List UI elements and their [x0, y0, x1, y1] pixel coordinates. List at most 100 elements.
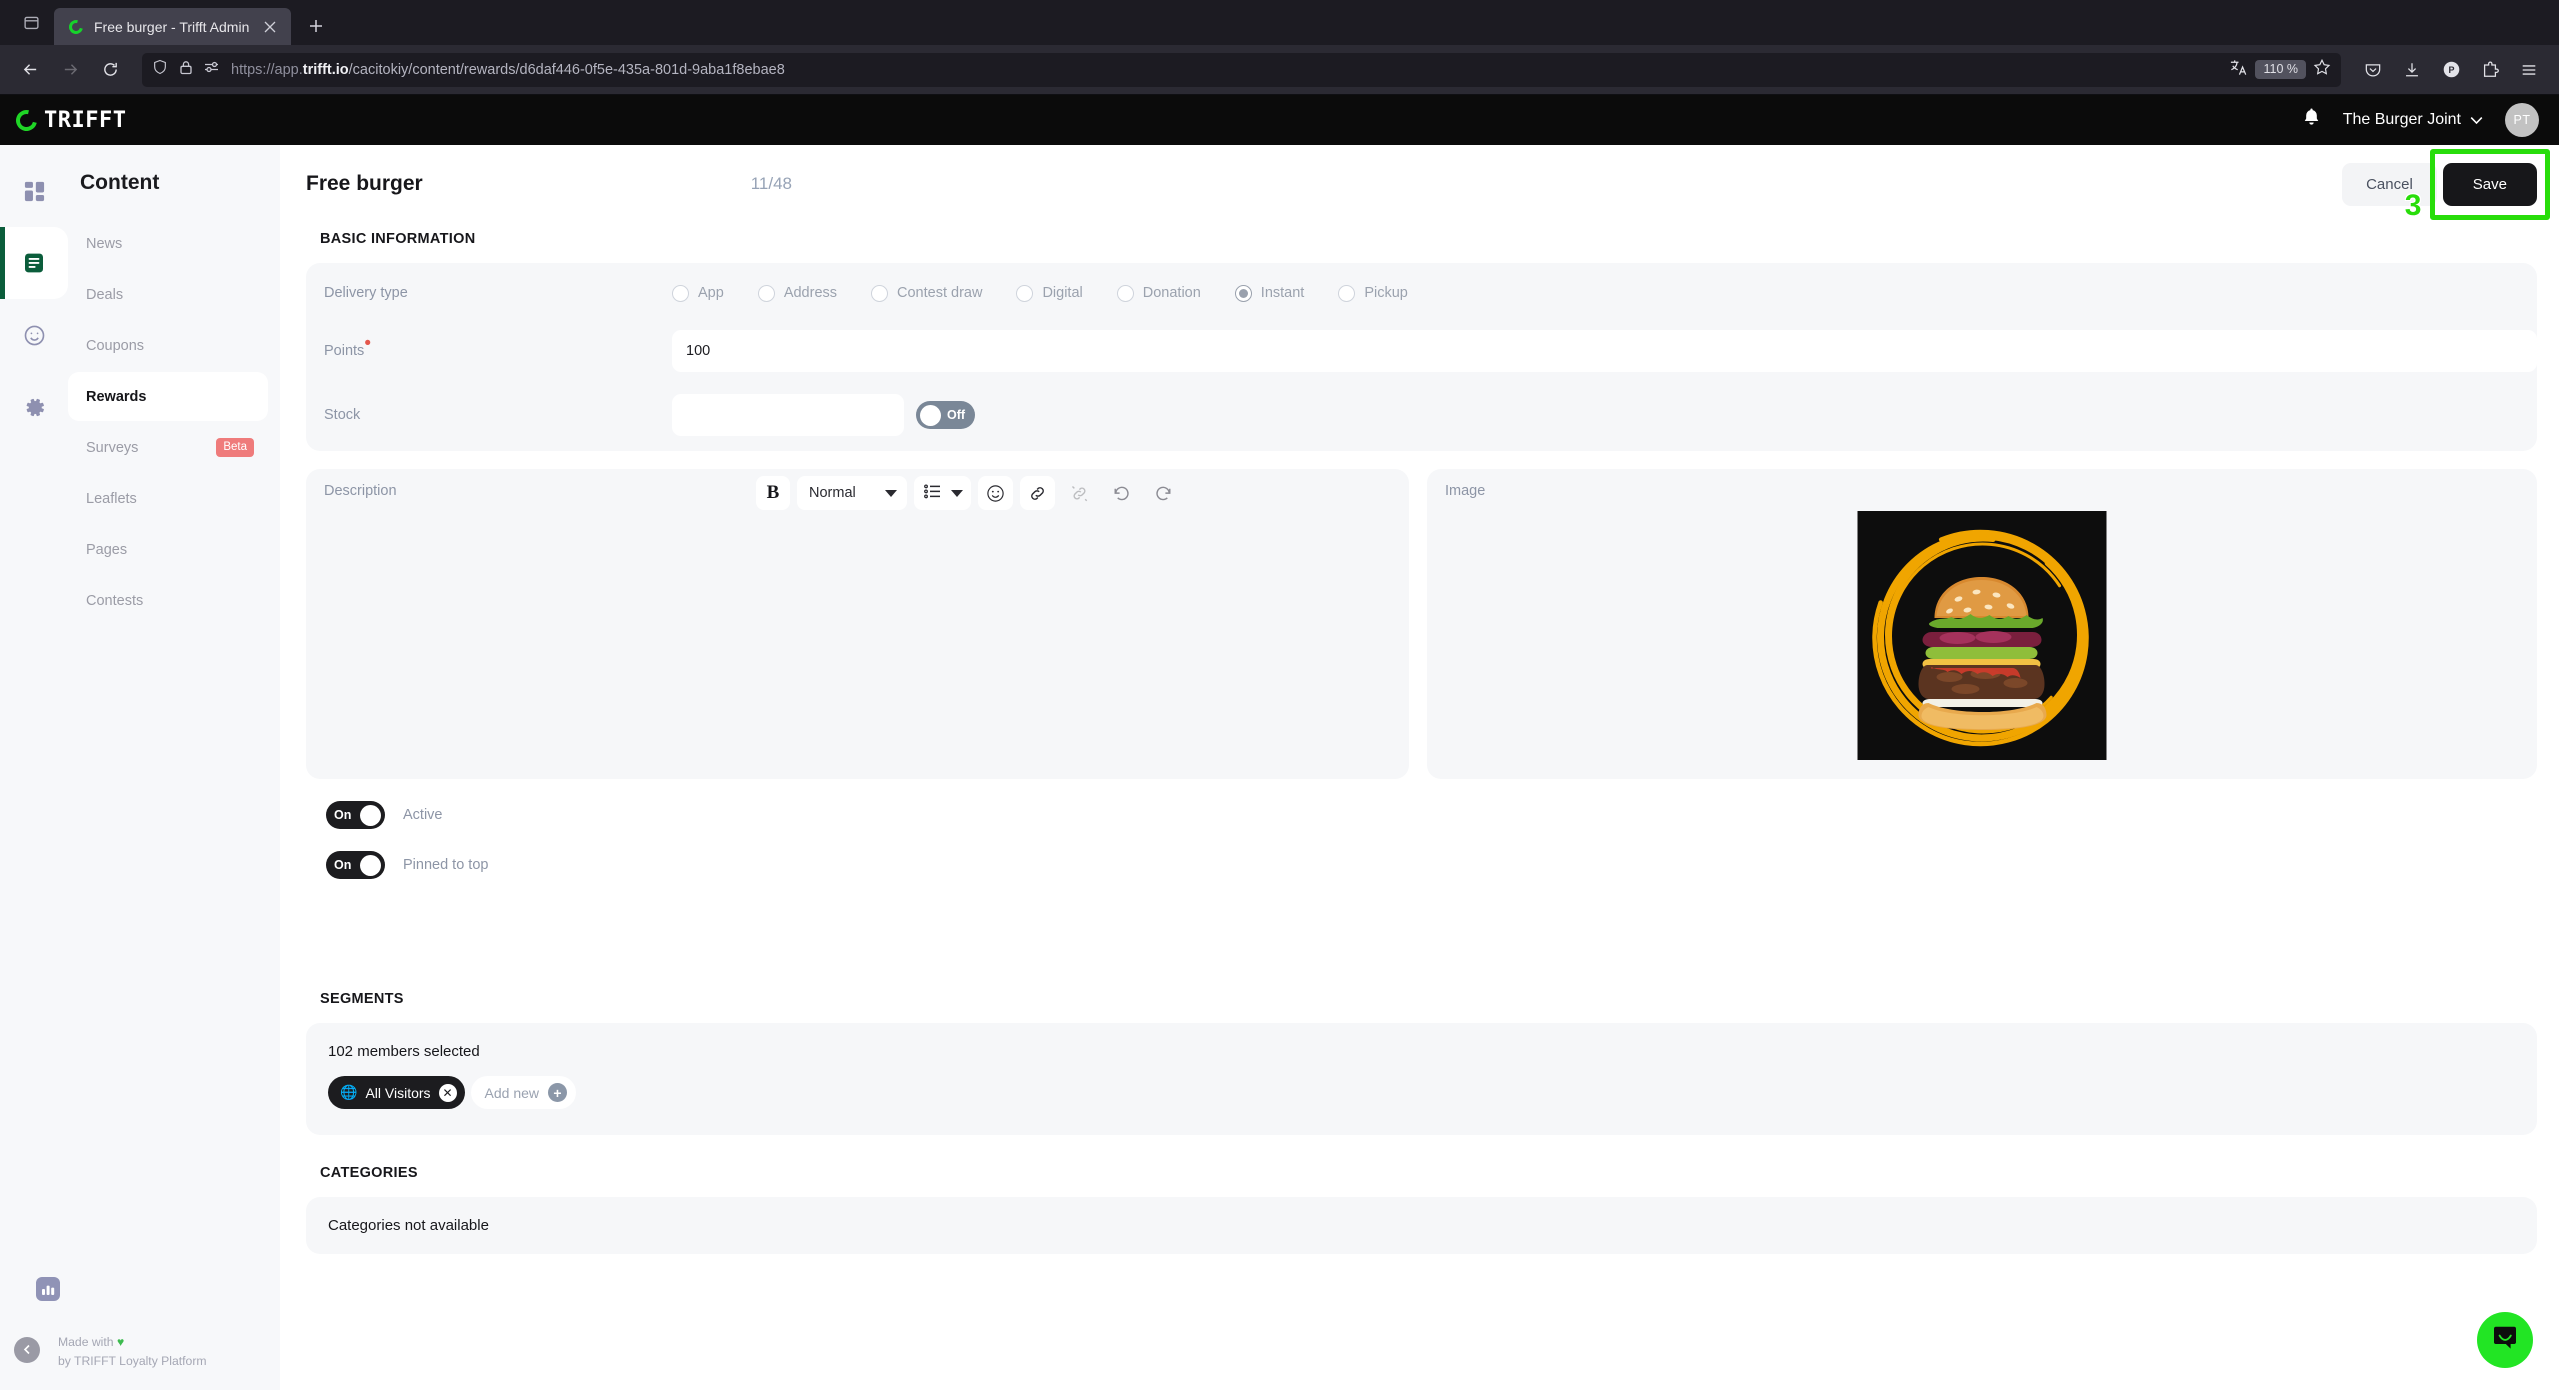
tab-list-icon[interactable]	[8, 0, 54, 45]
section-title-segments: SEGMENTS	[320, 991, 404, 1007]
chevron-down-icon	[951, 489, 963, 497]
lock-icon[interactable]	[179, 60, 193, 80]
radio-app[interactable]: App	[672, 284, 724, 302]
made-with-text: Made with	[58, 1334, 114, 1349]
notifications-bell-icon[interactable]	[2302, 107, 2321, 133]
sidebar-rail-content[interactable]	[0, 227, 68, 299]
pinned-to-top-toggle[interactable]: On	[326, 851, 385, 879]
sidebar-item-rewards[interactable]: Rewards	[68, 372, 268, 421]
translate-icon[interactable]	[2229, 58, 2248, 82]
sidebar-item-deals[interactable]: Deals	[68, 270, 268, 319]
text-style-select[interactable]: Normal	[797, 476, 907, 510]
radio-label: Address	[783, 285, 838, 301]
content-area: Free burger 11/48 Cancel Save 3 BASIC IN…	[280, 145, 2559, 1390]
list-select[interactable]	[914, 476, 971, 510]
close-icon[interactable]	[259, 16, 281, 38]
browser-actions: P	[2355, 53, 2547, 87]
remove-segment-icon[interactable]: ✕	[438, 1083, 457, 1102]
new-tab-button[interactable]	[299, 9, 333, 43]
shield-icon[interactable]	[152, 59, 168, 80]
radio-contest-draw[interactable]: Contest draw	[871, 284, 982, 302]
cancel-button[interactable]: Cancel	[2342, 162, 2437, 206]
sidebar-rail-engagement[interactable]	[0, 299, 68, 371]
description-panel: Description B Normal	[306, 469, 1409, 779]
sidebar-rail-dashboard[interactable]	[0, 155, 68, 227]
segment-chip-all-visitors[interactable]: 🌐 All Visitors ✕	[328, 1076, 465, 1109]
radio-digital[interactable]: Digital	[1016, 284, 1083, 302]
radio-pickup[interactable]: Pickup	[1338, 284, 1408, 302]
sidebar-item-label: Surveys	[86, 439, 139, 456]
toggle-knob	[920, 404, 941, 426]
sidebar-item-leaflets[interactable]: Leaflets	[68, 474, 268, 523]
platform-credit-text: by TRIFFT Loyalty Platform	[58, 1354, 207, 1369]
categories-card: Categories not available	[306, 1197, 2537, 1254]
collapse-sidebar-button[interactable]	[14, 1336, 40, 1363]
extensions-icon[interactable]	[2472, 53, 2508, 87]
chat-launcher-button[interactable]	[2477, 1312, 2533, 1368]
radio-dot-icon	[1016, 284, 1034, 302]
rich-text-toolbar: B Normal	[756, 476, 1181, 510]
sidebar-rail-settings[interactable]	[0, 371, 68, 443]
sidebar-item-contests[interactable]: Contests	[68, 576, 268, 625]
redo-icon[interactable]	[1146, 476, 1181, 510]
trifft-admin-app: TRIFFT The Burger Joint PT Content News …	[0, 95, 2559, 1390]
description-editor[interactable]	[324, 525, 1391, 765]
link-icon[interactable]	[1020, 476, 1055, 510]
undo-icon[interactable]	[1104, 476, 1139, 510]
svg-text:P: P	[2448, 65, 2454, 75]
dashboard-icon	[23, 180, 46, 203]
browser-tab[interactable]: Free burger - Trifft Admin	[54, 8, 292, 45]
reload-icon[interactable]	[92, 53, 128, 87]
save-button[interactable]: Save	[2442, 162, 2537, 206]
back-icon[interactable]	[12, 53, 48, 87]
chat-bubble-icon	[2490, 1323, 2520, 1358]
active-toggle[interactable]: On	[326, 801, 385, 829]
radio-dot-icon	[757, 284, 775, 302]
avatar[interactable]: PT	[2505, 103, 2539, 137]
sidebar-rail-analytics[interactable]	[14, 1276, 82, 1307]
plus-icon: +	[548, 1083, 568, 1102]
radio-dot-icon	[1116, 284, 1134, 302]
text-style-value: Normal	[809, 485, 856, 501]
bookmark-star-icon[interactable]	[2313, 58, 2331, 81]
page-title: Free burger	[306, 172, 423, 195]
sidebar-item-label: Contests	[86, 592, 144, 609]
reward-image-thumbnail[interactable]	[1857, 511, 2107, 760]
bold-icon[interactable]: B	[756, 476, 790, 510]
profile-icon[interactable]: P	[2433, 53, 2469, 87]
analytics-icon	[35, 1276, 61, 1307]
trifft-logo[interactable]: TRIFFT	[12, 105, 126, 135]
url-bar[interactable]: https://app.trifft.io/cacitokiy/content/…	[142, 52, 2341, 87]
radio-label: Instant	[1260, 285, 1305, 301]
toggle-state-label: Off	[947, 408, 966, 422]
globe-icon: 🌐	[340, 1084, 358, 1100]
emoji-icon[interactable]	[978, 476, 1013, 510]
sidebar-item-surveys[interactable]: Surveys Beta	[68, 423, 268, 472]
form-scroll-region[interactable]: BASIC INFORMATION Delivery type App Addr…	[280, 223, 2559, 1390]
stock-row: Stock Off	[306, 379, 2537, 451]
toggle-state-label: On	[334, 808, 352, 822]
permissions-icon[interactable]	[204, 60, 220, 79]
chevron-down-icon	[2470, 116, 2483, 124]
sidebar-item-coupons[interactable]: Coupons	[68, 321, 268, 370]
sidebar-item-pages[interactable]: Pages	[68, 525, 268, 574]
app-menu-icon[interactable]	[2511, 53, 2547, 87]
zoom-level-badge[interactable]: 110 %	[2255, 60, 2306, 79]
sidebar-item-label: Leaflets	[86, 490, 137, 507]
downloads-icon[interactable]	[2394, 53, 2430, 87]
org-switcher[interactable]: The Burger Joint	[2343, 111, 2483, 129]
stock-toggle[interactable]: Off	[916, 401, 975, 429]
radio-donation[interactable]: Donation	[1116, 284, 1201, 302]
required-indicator: •	[364, 333, 371, 355]
sidebar-item-news[interactable]: News	[68, 219, 268, 268]
radio-address[interactable]: Address	[757, 284, 838, 302]
add-new-segment-button[interactable]: Add new +	[470, 1076, 577, 1109]
radio-instant[interactable]: Instant	[1234, 284, 1305, 302]
points-input[interactable]	[672, 330, 2537, 372]
pocket-icon[interactable]	[2355, 53, 2391, 87]
list-icon	[924, 483, 941, 503]
toggle-state-label: On	[334, 858, 352, 872]
radio-dot-icon	[672, 284, 689, 302]
stock-input[interactable]	[672, 394, 904, 436]
segment-chip-label: All Visitors	[365, 1084, 431, 1101]
